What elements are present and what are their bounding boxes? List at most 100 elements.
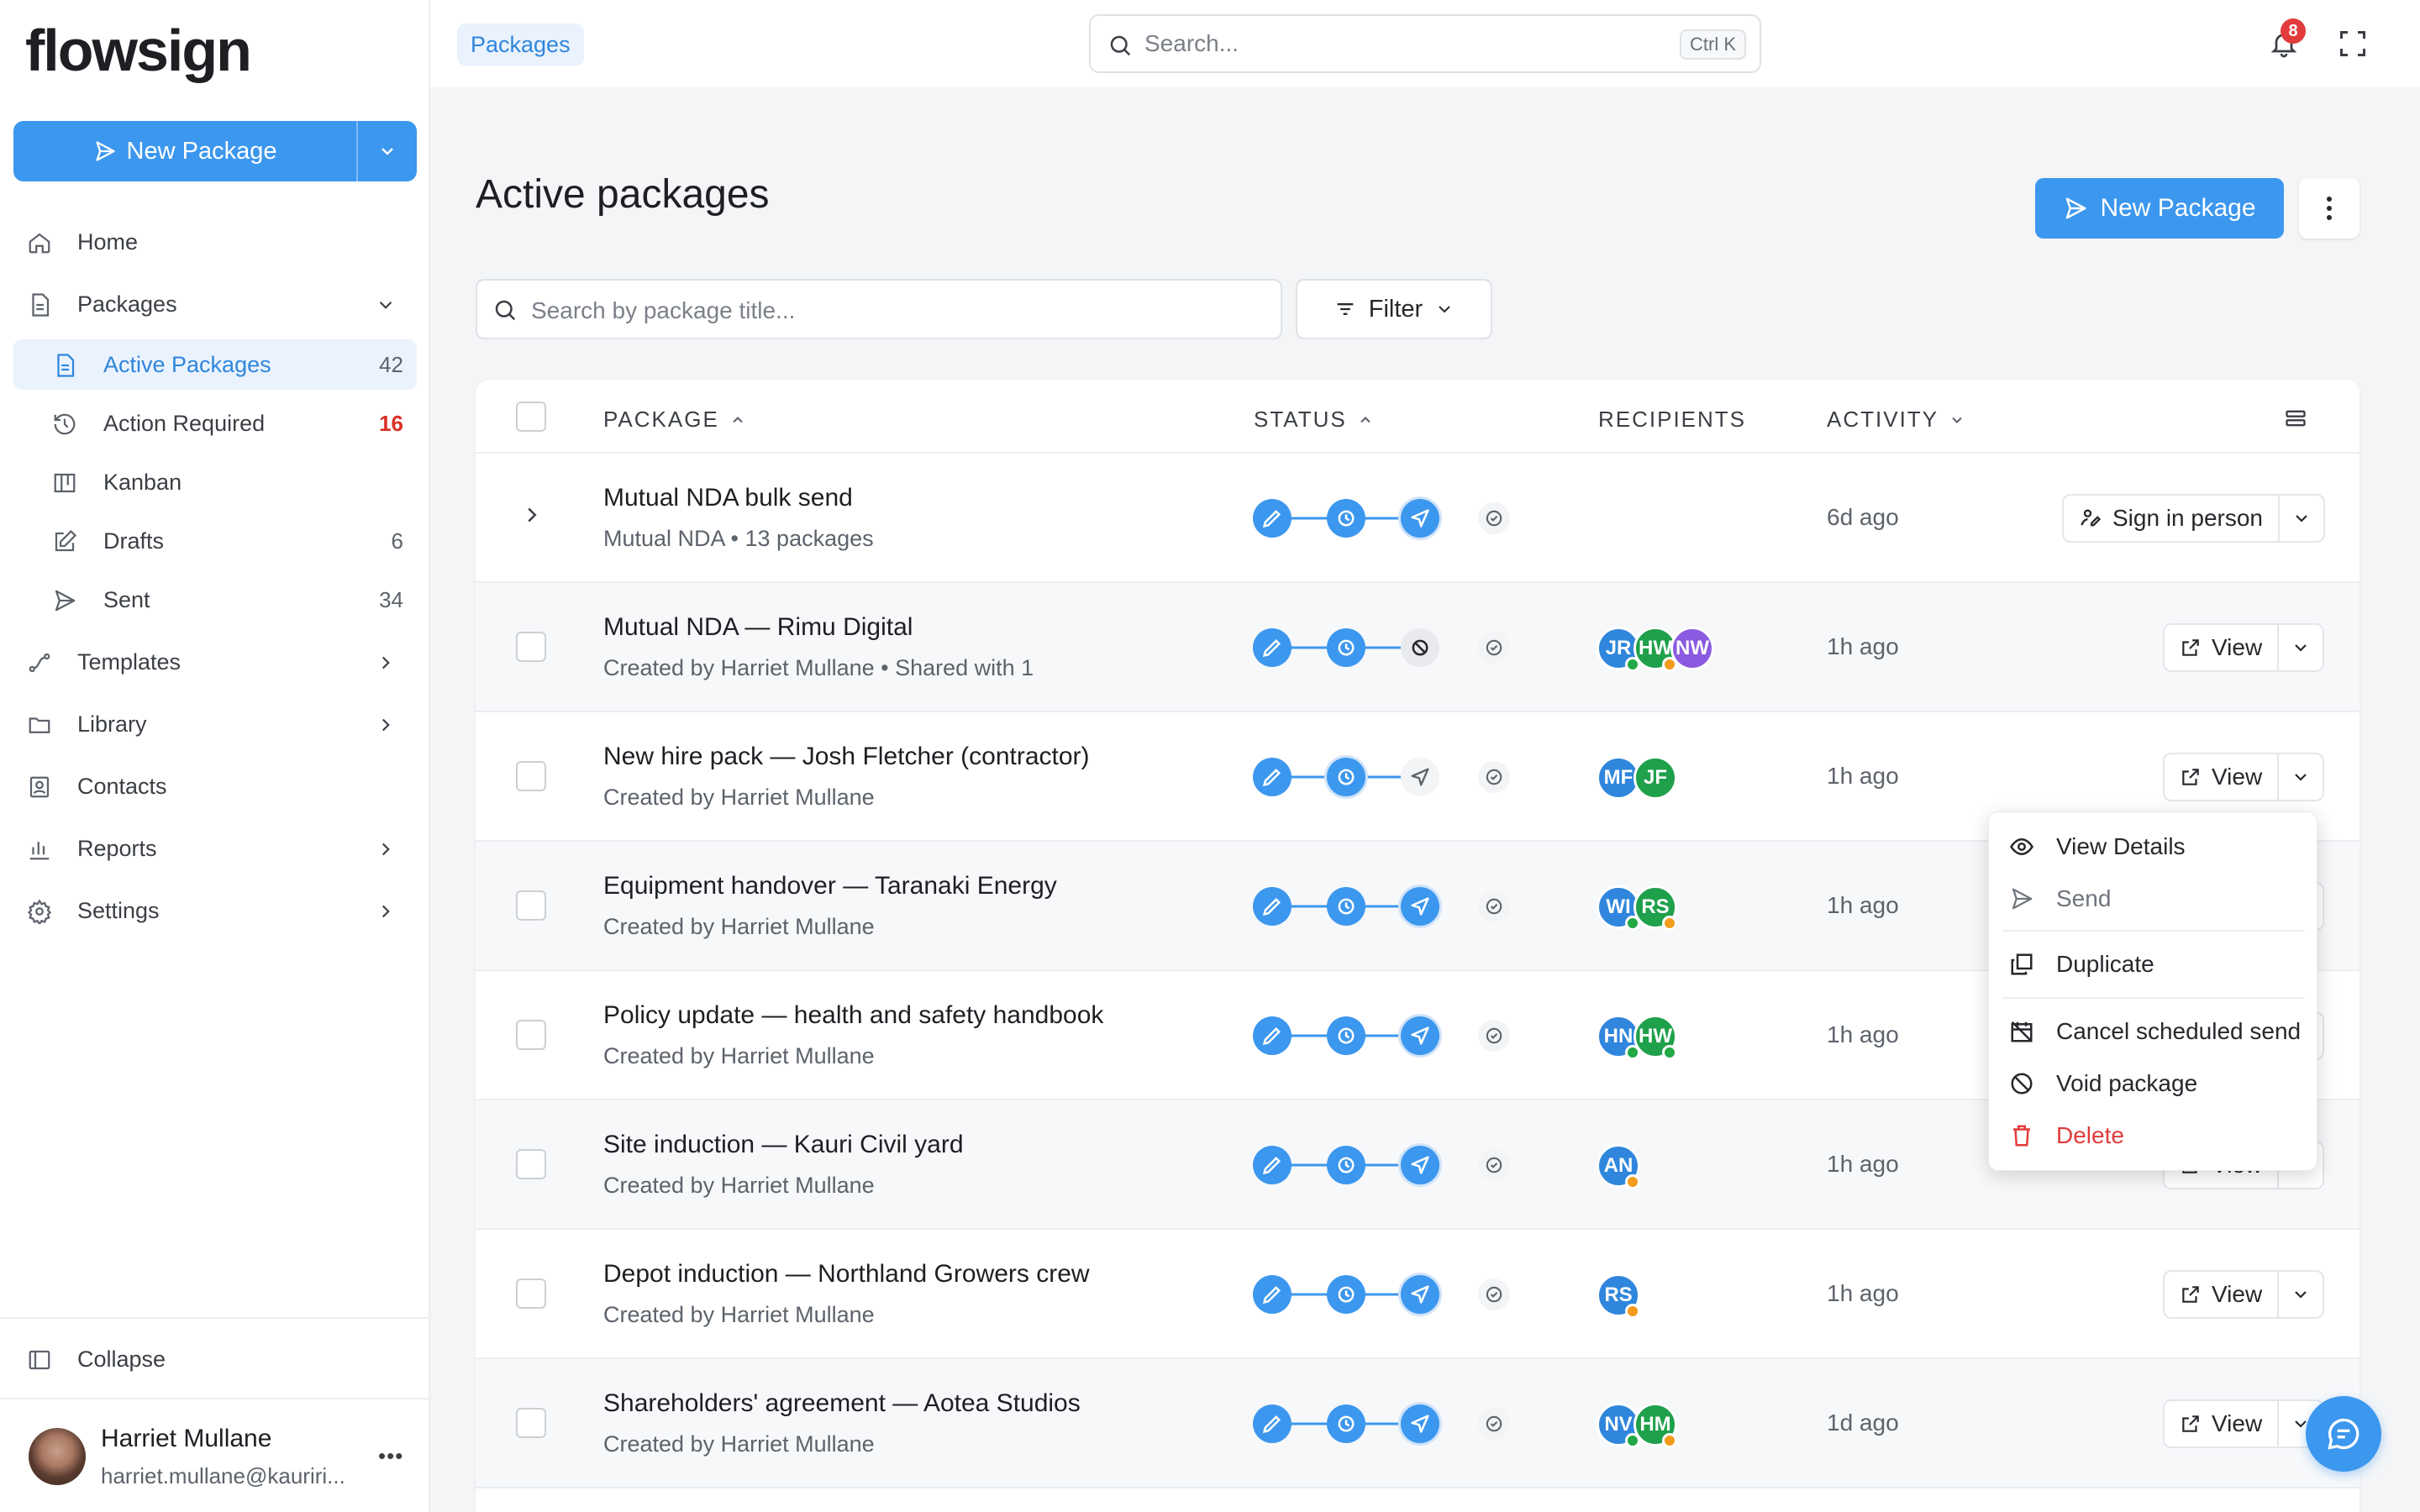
collapse-button[interactable]: Collapse (13, 1334, 417, 1384)
global-search-input[interactable]: Search... Ctrl K (1089, 14, 1761, 73)
row-action-split-button[interactable]: View (2163, 753, 2325, 801)
sidebar-item-home[interactable]: Home (13, 217, 417, 267)
activity-time: 1h ago (1827, 892, 1899, 918)
more-icon[interactable]: ••• (378, 1443, 403, 1469)
row-checkbox[interactable] (516, 1020, 546, 1050)
row-checkbox[interactable] (516, 1149, 546, 1179)
user-profile[interactable]: Harriet Mullane harriet.mullane@kauriri.… (0, 1398, 430, 1512)
count-badge: 34 (379, 586, 403, 612)
status-stepper (1253, 1402, 1510, 1446)
view-button[interactable]: View (2165, 625, 2277, 670)
select-all-checkbox[interactable] (516, 402, 546, 432)
row-action-split-button[interactable]: View (2163, 623, 2325, 672)
row-action-dropdown-toggle[interactable] (2277, 1272, 2323, 1317)
menu-item-void-package[interactable]: Void package (1989, 1059, 2318, 1108)
table-row[interactable]: Shareholders' agreement — Aotea Studios C… (476, 1359, 2360, 1488)
menu-item-duplicate[interactable]: Duplicate (1989, 940, 2318, 989)
column-status[interactable]: STATUS (1254, 407, 1374, 433)
more-options-button[interactable] (2299, 178, 2360, 239)
row-action-split-button[interactable]: View (2163, 1399, 2325, 1448)
calendar-off-icon (2011, 1021, 2033, 1042)
new-package-dropdown-toggle[interactable] (356, 121, 417, 181)
new-package-button[interactable]: New Package (2035, 178, 2284, 239)
view-button[interactable]: View (2165, 754, 2277, 800)
app-logo[interactable]: flowsign (25, 17, 252, 84)
home-icon (29, 233, 50, 254)
row-checkbox[interactable] (516, 890, 546, 921)
document-icon (57, 354, 75, 377)
package-title[interactable]: Site induction — Kauri Civil yard (603, 1131, 964, 1159)
history-icon (54, 413, 76, 435)
sidebar-item-library[interactable]: Library (13, 699, 417, 749)
row-action-split-button[interactable]: View (2163, 1270, 2325, 1319)
void-step-icon (1401, 628, 1439, 667)
sidebar-item-settings[interactable]: Settings (13, 885, 417, 936)
menu-item-delete[interactable]: Delete (1989, 1111, 2318, 1160)
sidebar-item-kanban[interactable]: Kanban (13, 457, 417, 507)
draft-step-icon (1253, 499, 1292, 538)
sort-desc-icon (1952, 417, 1962, 423)
filter-button[interactable]: Filter (1296, 279, 1492, 339)
chevron-down-icon (2295, 774, 2307, 781)
chat-support-button[interactable] (2306, 1396, 2381, 1472)
package-title[interactable]: New hire pack — Josh Fletcher (contracto… (603, 743, 1090, 771)
send-step-icon (1398, 1402, 1442, 1446)
sidebar-item-sent[interactable]: Sent 34 (13, 575, 417, 625)
row-checkbox[interactable] (516, 632, 546, 662)
fullscreen-icon[interactable] (2338, 29, 2368, 59)
package-title[interactable]: Mutual NDA bulk send (603, 484, 853, 512)
count-badge: 16 (379, 410, 403, 436)
table-row[interactable]: Depot induction — Northland Growers crew… (476, 1230, 2360, 1359)
menu-item-label: Cancel scheduled send (2056, 1018, 2302, 1044)
sidebar-item-drafts[interactable]: Drafts 6 (13, 516, 417, 566)
sidebar-item-action-required[interactable]: Action Required 16 (13, 398, 417, 449)
row-checkbox[interactable] (516, 761, 546, 791)
package-title[interactable]: Shareholders' agreement — Aotea Studios (603, 1389, 1081, 1418)
column-settings-icon[interactable] (2284, 407, 2307, 430)
chevron-right-icon (381, 718, 390, 732)
column-package[interactable]: PACKAGE (603, 407, 746, 433)
package-search-input[interactable]: Search by package title... (476, 279, 1282, 339)
recipient-status-dot (1625, 916, 1640, 931)
row-checkbox[interactable] (516, 1278, 546, 1309)
row-action-dropdown-toggle[interactable] (2277, 625, 2323, 670)
package-title[interactable]: Policy update — health and safety handbo… (603, 1001, 1103, 1030)
send-step-icon (1398, 1014, 1442, 1058)
row-action-dropdown-toggle[interactable] (2278, 496, 2323, 541)
recipient-avatar[interactable]: JF (1634, 756, 1677, 800)
row-action-dropdown-toggle[interactable] (2277, 754, 2323, 800)
view-button[interactable]: View (2165, 1272, 2277, 1317)
status-stepper (1253, 885, 1510, 928)
package-title[interactable]: Mutual NDA — Rimu Digital (603, 613, 913, 642)
sidebar-item-contacts[interactable]: Contacts (13, 761, 417, 811)
view-button[interactable]: View (2165, 1401, 2277, 1446)
ban-icon (2011, 1073, 2033, 1095)
sidebar-item-packages[interactable]: Packages (13, 279, 417, 329)
package-subtitle: Created by Harriet Mullane (603, 1043, 875, 1068)
status-indicator (1252, 1402, 1510, 1446)
package-title[interactable]: Depot induction — Northland Growers crew (603, 1260, 1090, 1289)
new-package-main[interactable]: New Package (13, 121, 356, 181)
chevron-right-icon[interactable] (519, 502, 544, 528)
menu-item-send[interactable]: Send (1989, 874, 2318, 923)
menu-item-view-details[interactable]: View Details (1989, 822, 2318, 871)
package-title[interactable]: Equipment handover — Taranaki Energy (603, 872, 1057, 900)
row-checkbox[interactable] (516, 1408, 546, 1438)
status-stepper (1253, 1143, 1510, 1187)
table-row[interactable]: Mutual NDA bulk send Mutual NDA • 13 pack… (476, 454, 2360, 583)
sidebar-item-label: Action Required (103, 410, 266, 436)
column-activity[interactable]: ACTIVITY (1827, 407, 1965, 433)
external-link-icon (2182, 1286, 2199, 1303)
sidebar-item-templates[interactable]: Templates (13, 637, 417, 687)
sign-in-person-button[interactable]: Sign in person (2064, 496, 2278, 541)
menu-divider (2002, 930, 2305, 932)
sidebar-new-package-button[interactable]: New Package (13, 121, 417, 181)
menu-item-cancel-scheduled-send[interactable]: Cancel scheduled send (1989, 1007, 2318, 1056)
menu-item-label: Void package (2056, 1070, 2198, 1096)
row-action-split-button[interactable]: Sign in person (2062, 494, 2326, 543)
sidebar-item-active-packages[interactable]: Active Packages 42 (13, 339, 417, 390)
sidebar-item-reports[interactable]: Reports (13, 823, 417, 874)
table-row[interactable]: Mutual NDA — Rimu Digital Created by Harr… (476, 583, 2360, 712)
column-label: ACTIVITY (1827, 407, 1939, 432)
breadcrumb[interactable]: Packages (457, 24, 584, 66)
